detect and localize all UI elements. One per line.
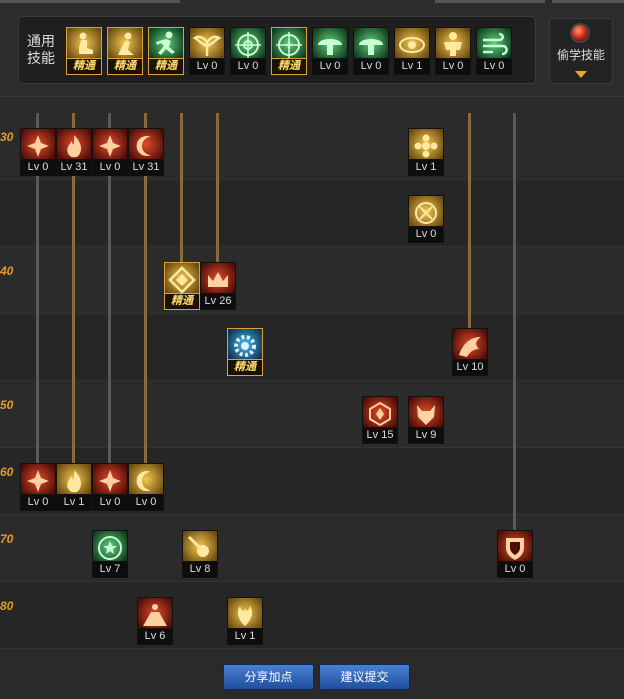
skill-slot[interactable]: Lv 1 <box>56 463 92 511</box>
skill-level-label: Lv 0 <box>230 58 266 75</box>
skill-level-label: 精通 <box>148 58 184 75</box>
skill-slot[interactable]: Lv 0 <box>312 27 348 75</box>
skill-level-label: 精通 <box>271 58 307 75</box>
prerequisite-line <box>216 113 219 263</box>
tier-level-label: 60 <box>0 465 14 479</box>
skill-level-label: Lv 6 <box>137 628 173 645</box>
skill-slot[interactable]: Lv 0 <box>435 27 471 75</box>
skill-slot[interactable]: 精通 <box>66 27 102 75</box>
tier-band <box>0 247 624 314</box>
skill-slot[interactable]: 精通 <box>148 27 184 75</box>
skill-slot[interactable]: Lv 0 <box>92 128 128 176</box>
tier-level-label: 70 <box>0 532 14 546</box>
skill-slot[interactable]: Lv 31 <box>128 128 164 176</box>
skill-slot[interactable]: Lv 0 <box>476 27 512 75</box>
tier-band <box>0 582 624 649</box>
tab-edge <box>552 0 624 3</box>
tier-band <box>0 180 624 247</box>
skill-level-label: Lv 0 <box>92 159 128 176</box>
tier-level-label: 80 <box>0 599 14 613</box>
skill-slot[interactable]: Lv 0 <box>189 27 225 75</box>
tier-level-label: 40 <box>0 264 14 278</box>
skill-slot[interactable]: Lv 7 <box>92 530 128 578</box>
tier-band <box>0 381 624 448</box>
skill-slot[interactable]: 精通 <box>107 27 143 75</box>
skill-level-label: Lv 0 <box>353 58 389 75</box>
skill-slot[interactable]: Lv 1 <box>394 27 430 75</box>
skill-level-label: 精通 <box>66 58 102 75</box>
skill-slot[interactable]: 精通 <box>271 27 307 75</box>
skill-level-label: Lv 9 <box>408 427 444 444</box>
tab-edge <box>0 0 180 3</box>
stealth-skills-button[interactable]: 偷学技能 <box>549 18 613 84</box>
skill-slot[interactable]: Lv 0 <box>353 27 389 75</box>
skill-level-label: Lv 31 <box>56 159 92 176</box>
skill-level-label: Lv 1 <box>408 159 444 176</box>
skill-level-label: Lv 1 <box>56 494 92 511</box>
skill-level-label: Lv 0 <box>92 494 128 511</box>
skill-level-label: Lv 15 <box>362 427 398 444</box>
stealth-skills-label: 偷学技能 <box>556 48 605 62</box>
skill-slot[interactable]: Lv 1 <box>227 597 263 645</box>
skill-level-label: Lv 8 <box>182 561 218 578</box>
skill-level-label: Lv 0 <box>435 58 471 75</box>
skill-level-label: Lv 26 <box>200 293 236 310</box>
skill-level-label: Lv 0 <box>128 494 164 511</box>
skill-level-label: 精通 <box>227 359 263 376</box>
skill-level-label: Lv 1 <box>227 628 263 645</box>
skill-level-label: Lv 0 <box>20 494 56 511</box>
dropdown-arrow-icon <box>575 71 587 78</box>
prerequisite-line <box>180 113 183 263</box>
skill-slot[interactable]: Lv 9 <box>408 396 444 444</box>
skill-slot[interactable]: Lv 15 <box>362 396 398 444</box>
skill-slot[interactable]: 精通 <box>164 262 200 310</box>
skill-level-label: Lv 31 <box>128 159 164 176</box>
skill-level-label: Lv 0 <box>189 58 225 75</box>
submit-suggestion-button[interactable]: 建议提交 <box>319 664 410 690</box>
skill-slot[interactable]: Lv 0 <box>128 463 164 511</box>
share-build-button[interactable]: 分享加点 <box>223 664 314 690</box>
skill-slot[interactable]: Lv 10 <box>452 328 488 376</box>
skill-level-label: 精通 <box>164 293 200 310</box>
skill-level-label: Lv 10 <box>452 359 488 376</box>
skill-level-label: Lv 0 <box>312 58 348 75</box>
skill-slot[interactable]: Lv 0 <box>92 463 128 511</box>
skill-slot[interactable]: Lv 6 <box>137 597 173 645</box>
tab-edge <box>435 0 545 3</box>
tier-level-label: 30 <box>0 130 14 144</box>
skill-slot[interactable]: Lv 31 <box>56 128 92 176</box>
skill-slot[interactable]: Lv 26 <box>200 262 236 310</box>
gem-icon <box>572 25 588 41</box>
skill-slot[interactable]: Lv 0 <box>230 27 266 75</box>
skill-level-label: Lv 1 <box>394 58 430 75</box>
skill-slot[interactable]: Lv 0 <box>20 128 56 176</box>
skill-level-label: Lv 0 <box>476 58 512 75</box>
skill-slot[interactable]: Lv 1 <box>408 128 444 176</box>
prerequisite-line <box>513 113 516 531</box>
skill-level-label: Lv 7 <box>92 561 128 578</box>
skill-level-label: 精通 <box>107 58 143 75</box>
tier-band <box>0 314 624 381</box>
skill-slot[interactable]: Lv 0 <box>408 195 444 243</box>
skill-level-label: Lv 0 <box>20 159 56 176</box>
skill-slot[interactable]: 精通 <box>227 328 263 376</box>
skill-slot[interactable]: Lv 0 <box>20 463 56 511</box>
skill-level-label: Lv 0 <box>497 561 533 578</box>
skill-slot[interactable]: Lv 8 <box>182 530 218 578</box>
skill-level-label: Lv 0 <box>408 226 444 243</box>
skill-slot[interactable]: Lv 0 <box>497 530 533 578</box>
common-skills-label: 通用 技能 <box>27 33 55 66</box>
prerequisite-line <box>468 113 471 329</box>
tier-level-label: 50 <box>0 398 14 412</box>
